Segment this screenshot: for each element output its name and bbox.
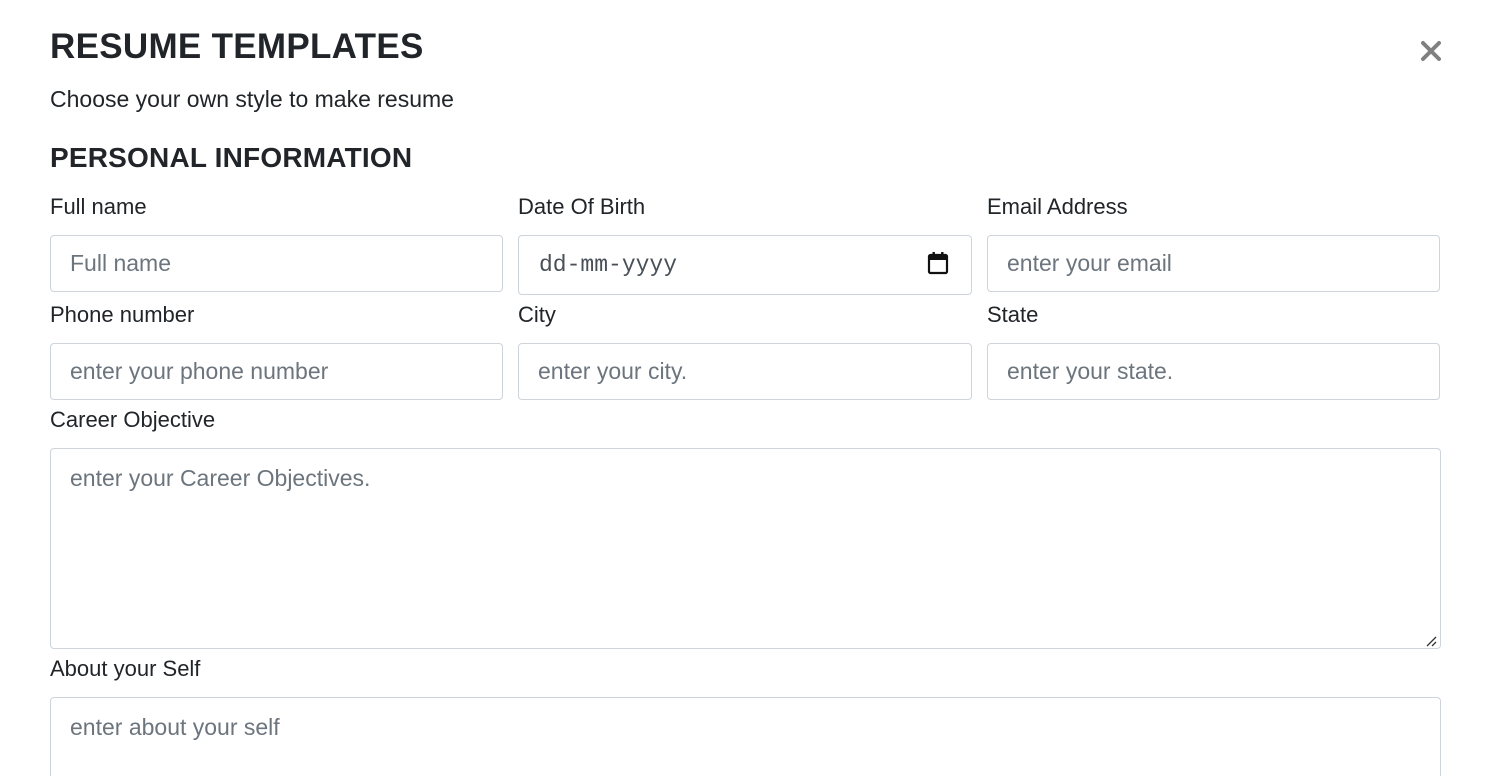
- phone-number-input[interactable]: [50, 343, 503, 400]
- date-of-birth-placeholder: dd-mm-yyyy: [539, 252, 678, 278]
- modal-title: RESUME TEMPLATES: [50, 27, 424, 66]
- resume-templates-modal: RESUME TEMPLATES Choose your own style t…: [0, 0, 1492, 776]
- city-input[interactable]: [518, 343, 972, 400]
- calendar-icon[interactable]: [927, 251, 949, 280]
- close-button[interactable]: [1416, 34, 1446, 68]
- date-of-birth-label: Date Of Birth: [518, 194, 646, 219]
- close-icon: [1420, 40, 1442, 62]
- about-yourself-textarea[interactable]: [50, 697, 1441, 776]
- date-of-birth-input[interactable]: dd-mm-yyyy: [518, 235, 972, 295]
- resize-handle-icon[interactable]: [1425, 634, 1437, 647]
- full-name-input[interactable]: [50, 235, 503, 292]
- career-objective-label: Career Objective: [50, 407, 216, 432]
- section-title-personal-information: PERSONAL INFORMATION: [50, 142, 413, 173]
- state-input[interactable]: [987, 343, 1440, 400]
- career-objective-textarea[interactable]: [50, 448, 1441, 649]
- email-address-label: Email Address: [987, 194, 1128, 219]
- state-label: State: [987, 302, 1039, 327]
- modal-subtitle: Choose your own style to make resume: [50, 86, 454, 112]
- email-input[interactable]: [987, 235, 1440, 292]
- phone-number-label: Phone number: [50, 302, 195, 327]
- full-name-label: Full name: [50, 194, 147, 219]
- city-label: City: [518, 302, 556, 327]
- about-yourself-label: About your Self: [50, 656, 201, 681]
